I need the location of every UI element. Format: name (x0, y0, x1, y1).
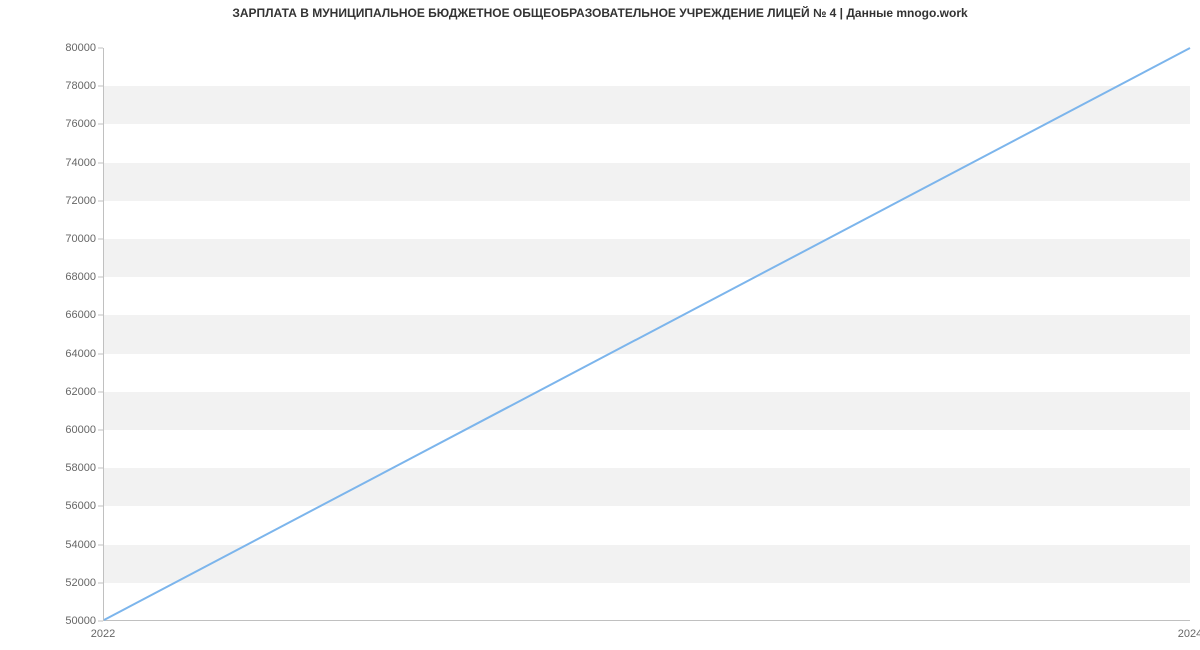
y-tick-mark (98, 430, 103, 431)
y-tick-label: 72000 (56, 195, 96, 207)
x-tick-label: 2024 (1178, 628, 1200, 640)
line-series (104, 48, 1190, 620)
y-tick-mark (98, 124, 103, 125)
y-tick-label: 64000 (56, 348, 96, 360)
chart-title: ЗАРПЛАТА В МУНИЦИПАЛЬНОЕ БЮДЖЕТНОЕ ОБЩЕО… (0, 6, 1200, 20)
y-tick-label: 58000 (56, 462, 96, 474)
y-tick-label: 68000 (56, 271, 96, 283)
plot-area (103, 48, 1190, 621)
y-tick-label: 62000 (56, 386, 96, 398)
y-tick-mark (98, 353, 103, 354)
y-tick-mark (98, 86, 103, 87)
y-tick-mark (98, 200, 103, 201)
y-tick-label: 56000 (56, 500, 96, 512)
y-tick-mark (98, 506, 103, 507)
y-tick-label: 50000 (56, 615, 96, 627)
y-tick-label: 52000 (56, 577, 96, 589)
y-tick-label: 70000 (56, 233, 96, 245)
chart-container: ЗАРПЛАТА В МУНИЦИПАЛЬНОЕ БЮДЖЕТНОЕ ОБЩЕО… (0, 0, 1200, 650)
x-tick-label: 2022 (91, 628, 115, 640)
y-tick-mark (98, 277, 103, 278)
series-line (104, 48, 1190, 620)
y-tick-mark (98, 582, 103, 583)
y-tick-label: 66000 (56, 309, 96, 321)
y-tick-label: 60000 (56, 424, 96, 436)
y-tick-label: 80000 (56, 42, 96, 54)
y-tick-mark (98, 468, 103, 469)
y-tick-label: 78000 (56, 80, 96, 92)
y-tick-mark (98, 48, 103, 49)
y-tick-mark (98, 621, 103, 622)
y-tick-label: 54000 (56, 539, 96, 551)
y-tick-mark (98, 544, 103, 545)
y-tick-label: 74000 (56, 157, 96, 169)
y-tick-mark (98, 391, 103, 392)
y-tick-mark (98, 239, 103, 240)
y-tick-label: 76000 (56, 118, 96, 130)
y-tick-mark (98, 162, 103, 163)
y-tick-mark (98, 315, 103, 316)
